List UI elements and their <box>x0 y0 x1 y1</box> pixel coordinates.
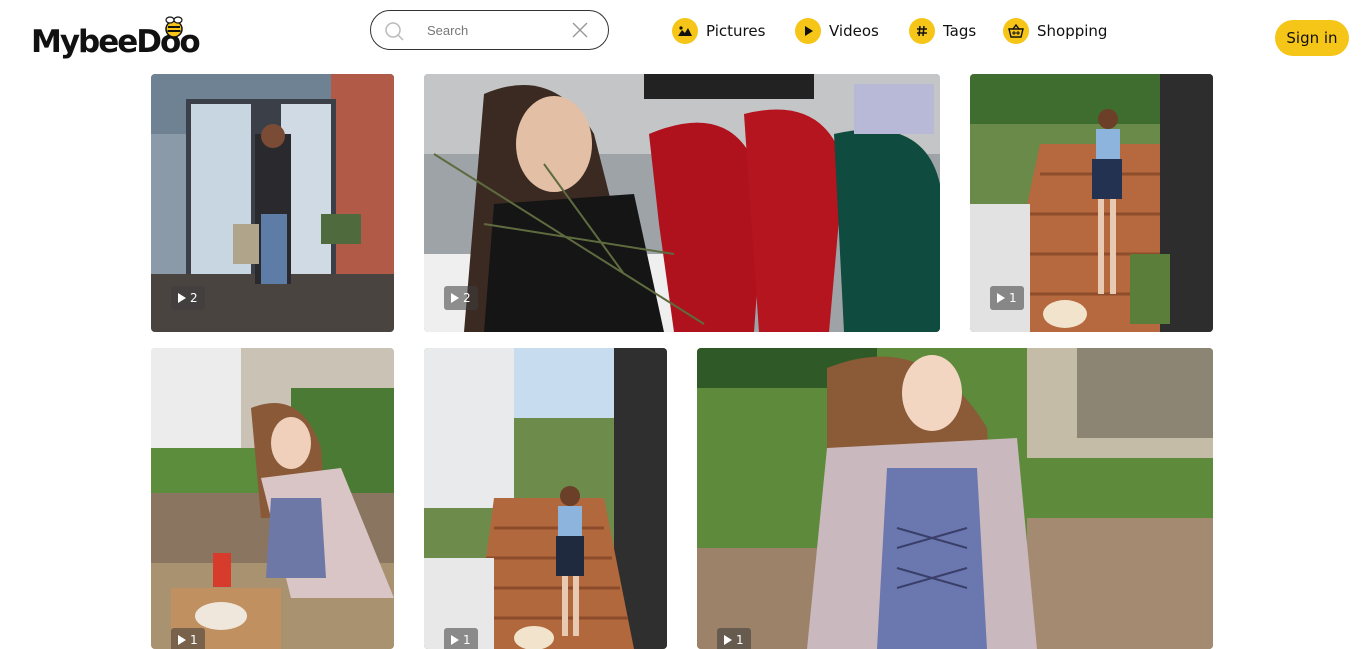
sign-in-button[interactable]: Sign in <box>1275 20 1349 56</box>
photo-thumbnail <box>424 74 940 332</box>
search-icon[interactable] <box>383 20 405 42</box>
site-logo[interactable]: MybeeDoo <box>31 14 201 60</box>
nav-tags[interactable]: Tags <box>909 17 976 45</box>
close-icon[interactable] <box>572 22 588 38</box>
picture-icon <box>672 18 698 44</box>
nav-label: Shopping <box>1037 22 1108 40</box>
badge-count: 2 <box>463 291 471 305</box>
search-box <box>370 10 609 50</box>
play-icon <box>178 293 186 303</box>
gallery-item[interactable]: 2 <box>424 74 940 332</box>
play-icon <box>997 293 1005 303</box>
play-icon <box>451 635 459 645</box>
play-icon <box>724 635 732 645</box>
play-icon <box>795 18 821 44</box>
play-count-badge: 1 <box>717 628 751 649</box>
nav-shopping[interactable]: Shopping <box>1003 17 1107 45</box>
play-count-badge: 1 <box>990 286 1024 310</box>
nav-pictures[interactable]: Pictures <box>672 17 765 45</box>
hashtag-icon <box>909 18 935 44</box>
play-count-badge: 2 <box>444 286 478 310</box>
gallery-item[interactable]: 1 <box>970 74 1213 332</box>
gallery-item[interactable]: 2 <box>151 74 394 332</box>
play-icon <box>178 635 186 645</box>
play-count-badge: 1 <box>444 628 478 649</box>
basket-icon <box>1003 18 1029 44</box>
play-icon <box>451 293 459 303</box>
nav-videos[interactable]: Videos <box>795 17 879 45</box>
badge-count: 1 <box>1009 291 1017 305</box>
photo-thumbnail <box>151 348 394 649</box>
gallery-item[interactable]: 1 <box>151 348 394 649</box>
site-header: MybeeDoo Pictures Vide <box>0 0 1365 74</box>
badge-count: 1 <box>463 633 471 647</box>
search-input[interactable] <box>427 19 567 41</box>
photo-thumbnail <box>424 348 667 649</box>
bee-icon <box>165 16 183 38</box>
nav-label: Tags <box>943 22 977 40</box>
play-count-badge: 1 <box>171 628 205 649</box>
gallery-item[interactable]: 1 <box>424 348 667 649</box>
badge-count: 2 <box>190 291 198 305</box>
play-count-badge: 2 <box>171 286 205 310</box>
photo-thumbnail <box>697 348 1213 649</box>
gallery-item[interactable]: 1 <box>697 348 1213 649</box>
badge-count: 1 <box>190 633 198 647</box>
badge-count: 1 <box>736 633 744 647</box>
nav-label: Videos <box>829 22 879 40</box>
nav-label: Pictures <box>706 22 766 40</box>
